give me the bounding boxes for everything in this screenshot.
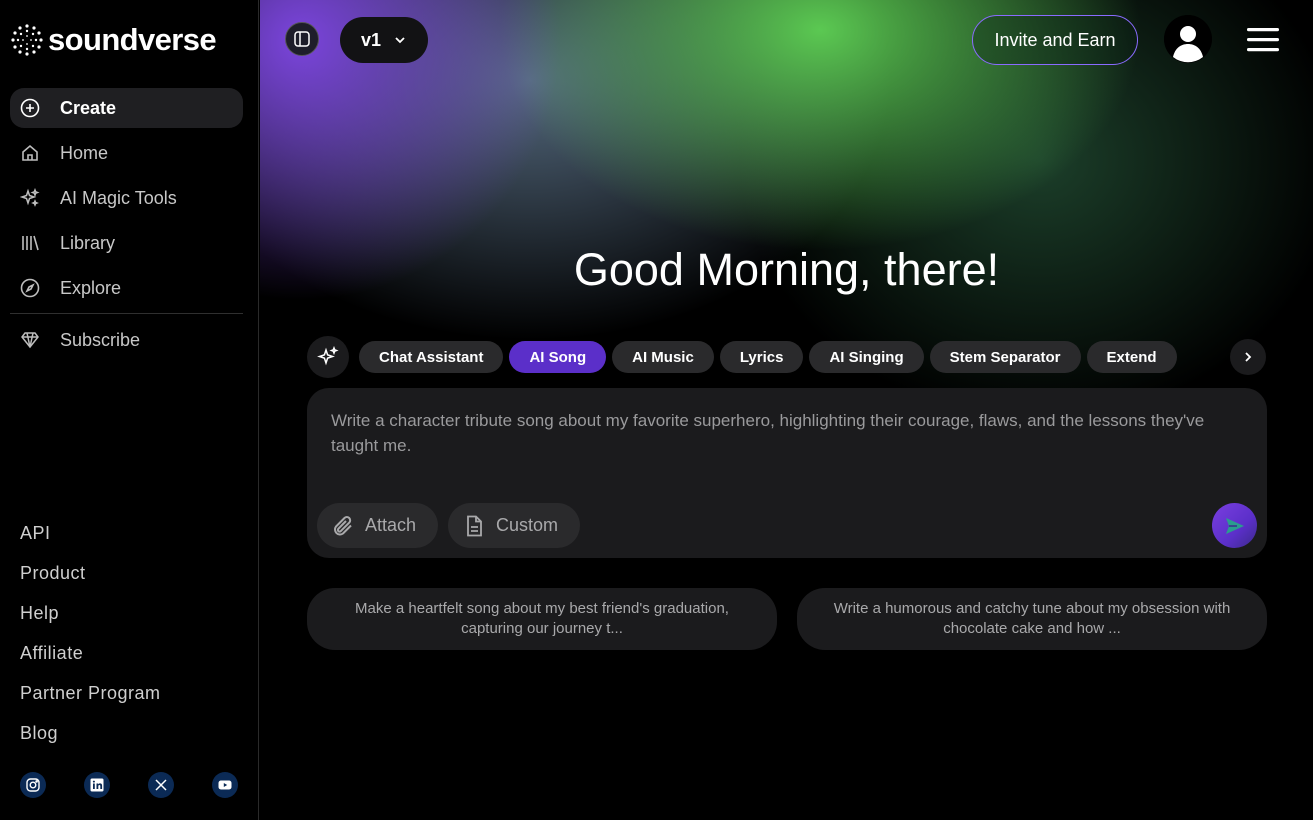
invite-and-earn-button[interactable]: Invite and Earn [972,15,1138,65]
tab-stem-separator[interactable]: Stem Separator [929,341,1081,373]
magic-button[interactable] [307,336,349,378]
document-icon [467,515,482,536]
tab-ai-singing[interactable]: AI Singing [809,341,924,373]
sidebar-nav: Create Home AI Magic Tools Library Explo… [10,88,243,365]
linkedin-icon[interactable] [84,772,110,798]
chevron-down-icon [395,37,405,44]
avatar[interactable] [1164,15,1212,63]
sidebar-item-subscribe[interactable]: Subscribe [10,320,243,360]
tab-chat-assistant[interactable]: Chat Assistant [359,341,504,373]
diamond-icon [20,330,40,350]
sidebar-item-label: Library [60,232,116,253]
sidebar-item-ai-magic-tools[interactable]: AI Magic Tools [10,178,243,218]
custom-label: Custom [496,515,559,535]
prompt-input[interactable]: Write a character tribute song about my … [331,408,1251,458]
sidebar-item-explore[interactable]: Explore [10,268,243,308]
sidebar-item-home[interactable]: Home [10,133,243,173]
sidebar-divider [10,313,243,314]
version-dropdown[interactable]: v1 [340,17,428,63]
send-button[interactable] [1212,503,1257,548]
compass-icon [20,278,40,298]
home-icon [20,143,40,163]
mode-tabs: Chat Assistant AI Song AI Music Lyrics AI Si… [359,341,1211,373]
version-label: v1 [360,29,382,50]
panel-icon [294,31,310,47]
brand-name: soundverse [48,22,217,57]
tab-lyrics[interactable]: Lyrics [719,341,804,373]
brand-logo[interactable]: soundverse [10,22,217,58]
page-title: Good Morning, there! [573,244,1000,295]
sidebar-item-label: Explore [60,277,122,298]
suggestion-card[interactable]: Write a humorous and catchy tune about m… [797,588,1267,650]
sidebar: soundverse Create Home AI Magic Tools Li… [0,0,259,820]
youtube-icon[interactable] [212,772,238,798]
sparkles-icon [317,346,339,366]
suggestion-card[interactable]: Make a heartfelt song about my best frie… [307,588,777,650]
chevron-right-icon [1245,352,1252,362]
footer-link-partner-program[interactable]: Partner Program [20,678,161,718]
main-area: v1 Invite and Earn Good Morning, there! … [260,0,1313,820]
tabs-scroll-next-button[interactable] [1230,339,1266,375]
soundverse-logo-icon [11,24,43,56]
attach-button[interactable]: Attach [317,503,438,548]
attach-label: Attach [365,515,417,535]
instagram-icon[interactable] [20,772,46,798]
footer-link-help[interactable]: Help [20,598,161,638]
sidebar-item-library[interactable]: Library [10,223,243,263]
tab-ai-song[interactable]: AI Song [509,341,607,373]
send-icon [1225,517,1244,534]
sidebar-item-label: Subscribe [60,329,141,350]
mode-tabs-row: Chat Assistant AI Song AI Music Lyrics AI Si… [307,336,1267,378]
library-icon [20,233,40,253]
custom-button[interactable]: Custom [448,503,580,548]
hamburger-menu-icon[interactable] [1247,26,1279,54]
user-icon [1164,15,1212,63]
footer-link-affiliate[interactable]: Affiliate [20,638,161,678]
footer-link-product[interactable]: Product [20,558,161,598]
plus-circle-icon [20,98,40,118]
sidebar-item-label: Home [60,142,109,163]
tab-ai-music[interactable]: AI Music [612,341,714,373]
tab-extend[interactable]: Extend [1086,341,1177,373]
x-icon[interactable] [148,772,174,798]
sidebar-footer-links: API Product Help Affiliate Partner Progr… [20,518,161,758]
social-links [20,772,238,798]
sidebar-toggle-button[interactable] [285,22,319,56]
footer-link-api[interactable]: API [20,518,161,558]
footer-link-blog[interactable]: Blog [20,718,161,758]
prompt-box: Write a character tribute song about my … [307,388,1267,558]
paperclip-icon [334,515,352,535]
sidebar-item-label: AI Magic Tools [60,187,177,208]
sidebar-item-label: Create [60,97,117,118]
sparkles-icon [20,188,40,208]
sidebar-item-create[interactable]: Create [10,88,243,128]
